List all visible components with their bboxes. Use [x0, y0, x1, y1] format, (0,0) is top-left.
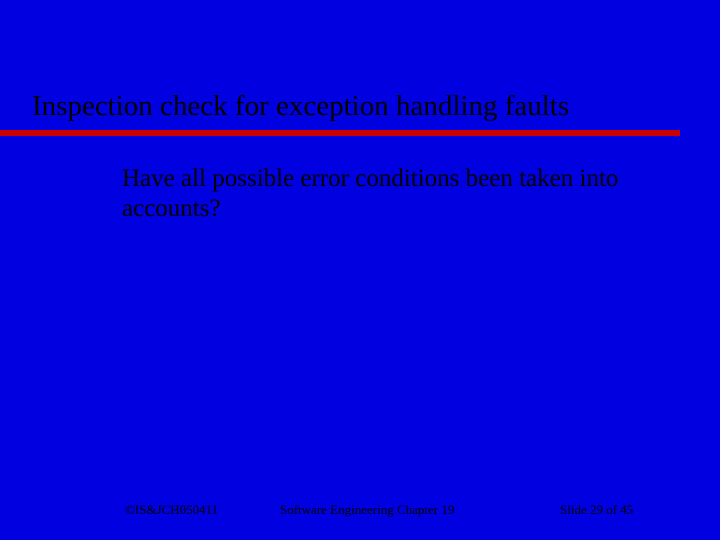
slide-title: Inspection check for exception handling … — [32, 90, 569, 123]
footer-chapter: Software Engineering Chapter 19 — [280, 502, 454, 518]
slide: Inspection check for exception handling … — [0, 0, 720, 540]
slide-body: Have all possible error conditions been … — [122, 164, 672, 223]
footer-copyright: ©IS&JCH050411 — [125, 502, 218, 518]
divider-rule — [0, 130, 680, 136]
footer-slide-number: Slide 29 of 45 — [560, 502, 633, 518]
slide-footer: ©IS&JCH050411 Software Engineering Chapt… — [0, 500, 720, 518]
